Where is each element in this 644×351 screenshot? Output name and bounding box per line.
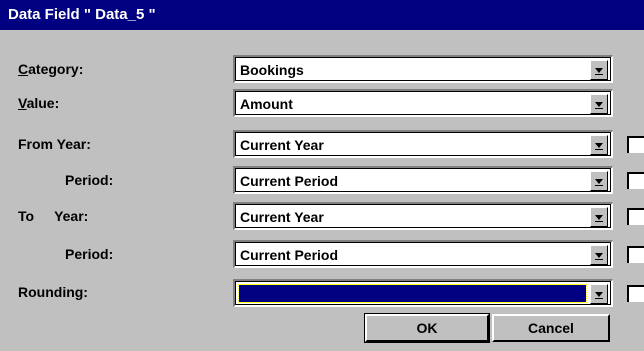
to-year-checkbox[interactable] [627,208,644,225]
category-label-accelerator: C [18,61,29,77]
rounding-dropdown-selection [238,284,587,303]
to-year-dropdown[interactable]: Current Year [233,202,613,230]
from-period-dropdown-arrow-icon[interactable] [590,171,608,191]
dialog-title-bar: Data Field " Data_5 " [0,0,644,30]
to-period-dropdown[interactable]: Current Period [233,240,613,268]
from-year-label: From Year: [18,136,91,152]
rounding-dropdown[interactable] [233,279,613,307]
from-year-dropdown-value: Current Year [240,137,324,153]
from-period-checkbox[interactable] [627,172,644,189]
rounding-dropdown-arrow-icon[interactable] [590,284,608,304]
to-year-label: To Year: [18,206,88,226]
rounding-label: Rounding: [18,284,88,300]
value-dropdown-value: Amount [240,96,293,112]
category-label-text: ategory: [28,61,84,77]
dialog-title: Data Field " Data_5 " [8,6,156,23]
from-period-label: Period: [65,172,114,188]
cancel-button[interactable]: Cancel [492,314,610,342]
to-year-dropdown-value: Current Year [240,209,324,225]
to-period-label: Period: [65,246,114,262]
category-dropdown-arrow-icon[interactable] [590,60,608,80]
value-label: Value: [18,93,59,113]
category-dropdown[interactable]: Bookings [233,55,613,83]
value-label-accelerator: V [18,95,27,111]
to-year-label-year: Year: [54,208,89,224]
to-period-checkbox[interactable] [627,246,644,263]
to-year-label-to: To [18,208,35,224]
category-label: Category: [18,59,83,79]
from-year-dropdown-arrow-icon[interactable] [590,135,608,155]
to-year-dropdown-arrow-icon[interactable] [590,207,608,227]
value-dropdown[interactable]: Amount [233,89,613,117]
category-dropdown-value: Bookings [240,62,304,78]
from-year-dropdown[interactable]: Current Year [233,130,613,158]
to-period-dropdown-arrow-icon[interactable] [590,245,608,265]
rounding-checkbox[interactable] [627,285,644,302]
value-label-text: alue: [26,95,60,111]
from-year-checkbox[interactable] [627,136,644,153]
to-period-dropdown-value: Current Period [240,247,339,263]
value-dropdown-arrow-icon[interactable] [590,94,608,114]
ok-button[interactable]: OK [364,313,490,343]
from-period-dropdown[interactable]: Current Period [233,166,613,194]
from-period-dropdown-value: Current Period [240,173,339,189]
